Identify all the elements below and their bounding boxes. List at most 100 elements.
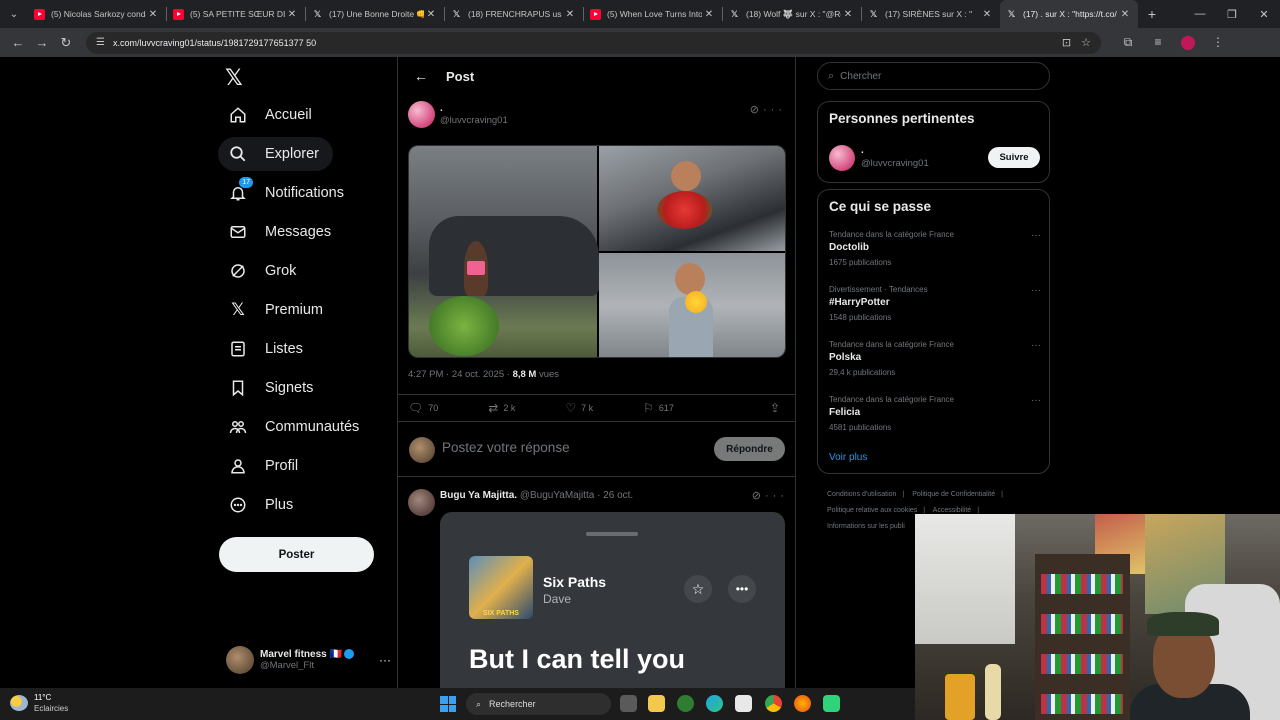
avatar[interactable] (408, 101, 435, 128)
close-tab-icon[interactable]: ✕ (285, 9, 299, 20)
follow-button[interactable]: Suivre (988, 147, 1040, 168)
reply-button[interactable]: 🗨 70 (408, 401, 438, 415)
nav-item-premium[interactable]: 𝕏 Premium (218, 293, 337, 327)
repost-button[interactable]: ⇄ 2 k (488, 401, 515, 415)
post-button[interactable]: Poster (219, 537, 374, 572)
close-tab-icon[interactable]: ✕ (1118, 9, 1132, 20)
tweet-photo[interactable] (409, 146, 599, 357)
nav-item-more[interactable]: Plus (218, 488, 307, 522)
nav-item-explore[interactable]: Explorer (218, 137, 333, 171)
browser-tab[interactable]: (5) SA PETITE SŒUR DISPA✕ (167, 0, 305, 28)
minimize-icon[interactable]: — (1184, 8, 1216, 21)
footer-link[interactable]: Conditions d'utilisation (827, 491, 896, 498)
nav-item-messages[interactable]: Messages (218, 215, 345, 249)
nav-item-communities[interactable]: Communautés (218, 410, 373, 444)
footer-link[interactable]: Politique relative aux cookies (827, 507, 917, 514)
more-dots-icon[interactable]: ··· (1031, 395, 1041, 406)
close-tab-icon[interactable]: ✕ (146, 9, 160, 20)
footer-link[interactable]: Accessibilité (933, 507, 972, 514)
browser-menu-icon[interactable]: ⋮ (1203, 35, 1233, 50)
edge-icon[interactable] (706, 695, 723, 712)
weather-widget[interactable]: 11°C Eclaircies (10, 692, 68, 714)
tweet-photo[interactable] (599, 146, 785, 251)
trend-context: Tendance dans la catégorie France (829, 340, 954, 349)
reply-author[interactable]: Bugu Ya Majitta. @BuguYaMajitta · 26 oct… (440, 490, 633, 501)
site-info-icon[interactable]: ☰ (96, 37, 105, 48)
footer-link[interactable]: Politique de Confidentialité (912, 491, 995, 498)
close-tab-icon[interactable]: ✕ (702, 9, 716, 20)
firefox-icon[interactable] (794, 695, 811, 712)
nav-item-notifications[interactable]: 17 Notifications (218, 176, 358, 210)
windows-start-icon[interactable] (440, 696, 456, 712)
file-explorer-icon[interactable] (648, 695, 665, 712)
browser-tab[interactable]: (5) When Love Turns Into ✕ (584, 0, 722, 28)
browser-tab[interactable]: (5) Nicolas Sarkozy conda ✕ (28, 0, 166, 28)
more-dots-icon[interactable]: ··· (765, 490, 788, 502)
browser-tab[interactable]: 𝕏 (17) SIRÈNES sur X : " ✕ (862, 0, 1000, 28)
nav-item-grok[interactable]: Grok (218, 254, 310, 288)
person-name[interactable]: . (861, 145, 864, 156)
nav-item-lists[interactable]: Listes (218, 332, 317, 366)
install-app-icon[interactable]: ⊡ (1062, 36, 1071, 49)
avatar[interactable] (408, 489, 435, 516)
search-input[interactable]: ⌕ Chercher (817, 62, 1050, 90)
account-switcher[interactable]: Marvel fitness 🇫🇷 @Marvel_Flt ··· (226, 643, 391, 677)
nav-item-bookmarks[interactable]: Signets (218, 371, 327, 405)
bookmark-star-icon[interactable]: ☆ (1081, 36, 1091, 49)
back-arrow-icon[interactable]: ← (404, 68, 438, 84)
xbox-icon[interactable] (677, 695, 694, 712)
author-name[interactable]: . (440, 103, 443, 114)
store-icon[interactable] (735, 695, 752, 712)
tweet-photo[interactable] (599, 253, 785, 357)
more-dots-icon[interactable]: ··· (763, 104, 786, 116)
tab-search-menu-icon[interactable]: ⌄ (0, 0, 28, 28)
reload-icon[interactable]: ↻ (54, 35, 78, 51)
grok-icon[interactable]: ⊘ (750, 104, 763, 116)
chrome-icon[interactable] (765, 695, 782, 712)
like-button[interactable]: ♡ 7 k (565, 401, 593, 415)
taskbar-search[interactable]: ⌕ Rechercher (466, 693, 611, 715)
close-tab-icon[interactable]: ✕ (841, 9, 855, 20)
new-tab-button[interactable]: + (1138, 6, 1166, 22)
more-dots-icon[interactable]: ··· (1031, 230, 1041, 241)
close-window-icon[interactable]: ✕ (1248, 8, 1280, 21)
browser-tab[interactable]: 𝕏 (18) FRENCHRAPUS us su ✕ (445, 0, 583, 28)
share-button[interactable]: ⇪ (770, 401, 785, 415)
forward-arrow-icon[interactable]: → (30, 35, 54, 50)
close-tab-icon[interactable]: ✕ (424, 9, 438, 20)
more-dots-icon[interactable]: ··· (379, 653, 391, 667)
nav-item-home[interactable]: Accueil (218, 98, 326, 132)
address-bar[interactable]: ☰ x.com/luvvcraving01/status/19817291776… (86, 31, 1101, 54)
close-tab-icon[interactable]: ✕ (563, 9, 577, 20)
nav-item-profile[interactable]: Profil (218, 449, 312, 483)
trend-item[interactable]: Tendance dans la catégorie France Polska… (829, 340, 1041, 377)
trend-item[interactable]: Tendance dans la catégorie France Doctol… (829, 230, 1041, 267)
bookmark-button[interactable]: ⚐ 617 (643, 401, 674, 415)
footer-link[interactable]: Informations sur les publi (827, 523, 905, 530)
task-view-icon[interactable] (620, 695, 637, 712)
profile-avatar-icon[interactable] (1173, 35, 1203, 50)
restore-icon[interactable]: ❐ (1216, 8, 1248, 21)
back-arrow-icon[interactable]: ← (6, 35, 30, 50)
more-dots-icon[interactable]: ··· (1031, 285, 1041, 296)
game-launcher-icon[interactable] (823, 695, 840, 712)
close-tab-icon[interactable]: ✕ (980, 9, 994, 20)
trend-item[interactable]: Divertissement · Tendances #HarryPotter … (829, 285, 1041, 322)
reply-input[interactable]: Postez votre réponse (442, 440, 570, 455)
browser-tab[interactable]: 𝕏 (18) Wolf 🐺 sur X : "@Ro ✕ (723, 0, 861, 28)
grok-icon[interactable]: ⊘ (752, 490, 765, 502)
browser-tab[interactable]: 𝕏 (17) Une Bonne Droite 👊 ✕ (306, 0, 444, 28)
x-logo-icon[interactable]: 𝕏 (225, 65, 243, 91)
reply-submit-button[interactable]: Répondre (714, 437, 785, 461)
browser-tab-active[interactable]: 𝕏 (17) . sur X : "https://t.co/✕ (1000, 0, 1138, 28)
reply-media-card[interactable]: SIX PATHS Six Paths Dave ☆ ••• But I can… (440, 512, 785, 690)
extensions-icon[interactable]: ⧉ (1113, 35, 1143, 50)
see-more-link[interactable]: Voir plus (829, 452, 867, 463)
trend-item[interactable]: Tendance dans la catégorie France Felici… (829, 395, 1041, 432)
author-handle[interactable]: @luvvcraving01 (440, 115, 508, 126)
tweet-timestamp[interactable]: 4:27 PM · 24 oct. 2025 · (408, 369, 513, 380)
avatar[interactable] (829, 145, 855, 171)
more-dots-icon[interactable]: ··· (1031, 340, 1041, 351)
person-handle[interactable]: @luvvcraving01 (861, 158, 929, 169)
reading-list-icon[interactable]: ≡ (1143, 35, 1173, 50)
